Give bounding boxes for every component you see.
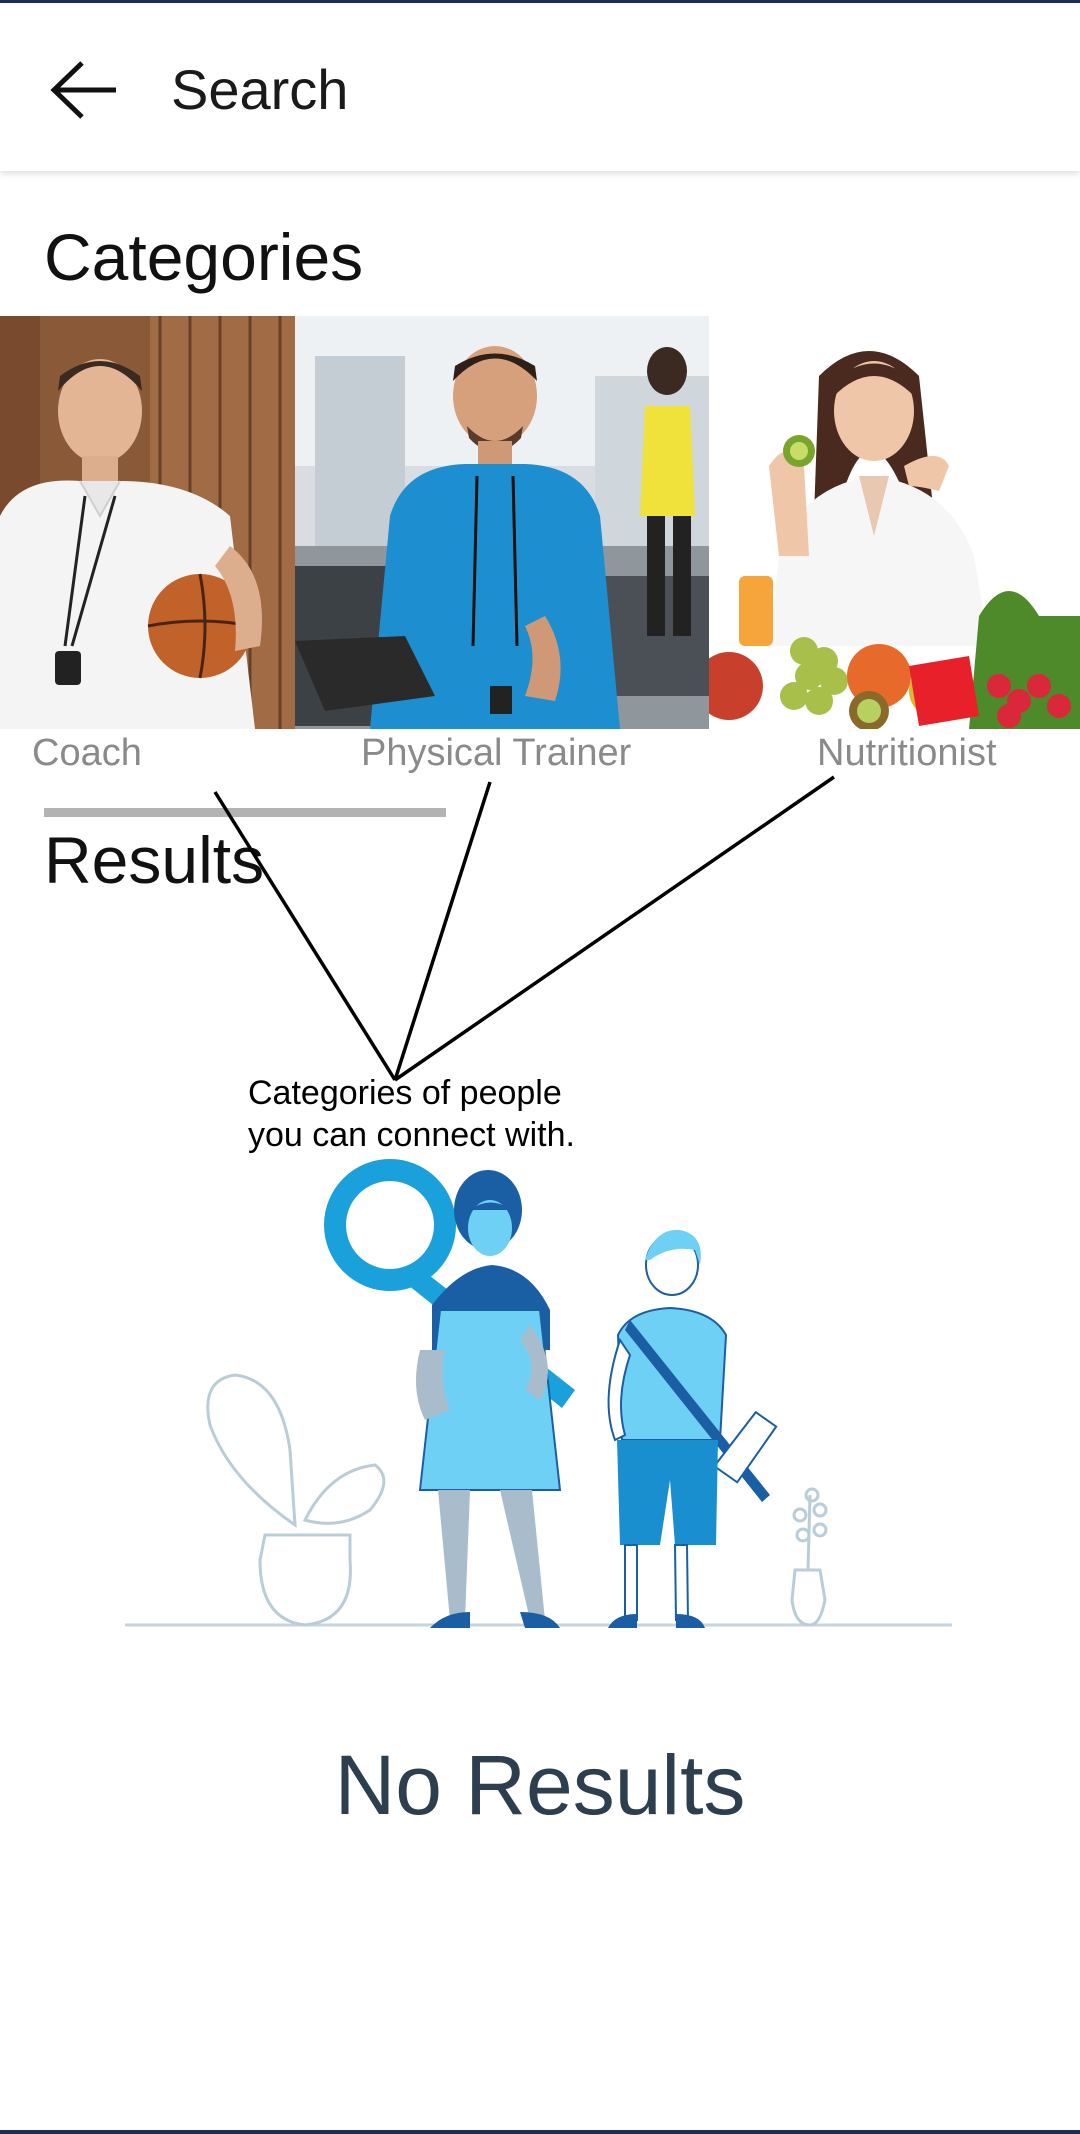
annotation-pointer-lines [213, 775, 835, 1082]
no-results-message: No Results [334, 1738, 746, 1832]
bottom-edge [0, 2130, 1080, 2134]
annotation-note: Categories of people you can connect wit… [248, 1072, 648, 1156]
annotation-line-1: Categories of people [248, 1074, 562, 1112]
people-search-illustration [125, 1159, 952, 1628]
